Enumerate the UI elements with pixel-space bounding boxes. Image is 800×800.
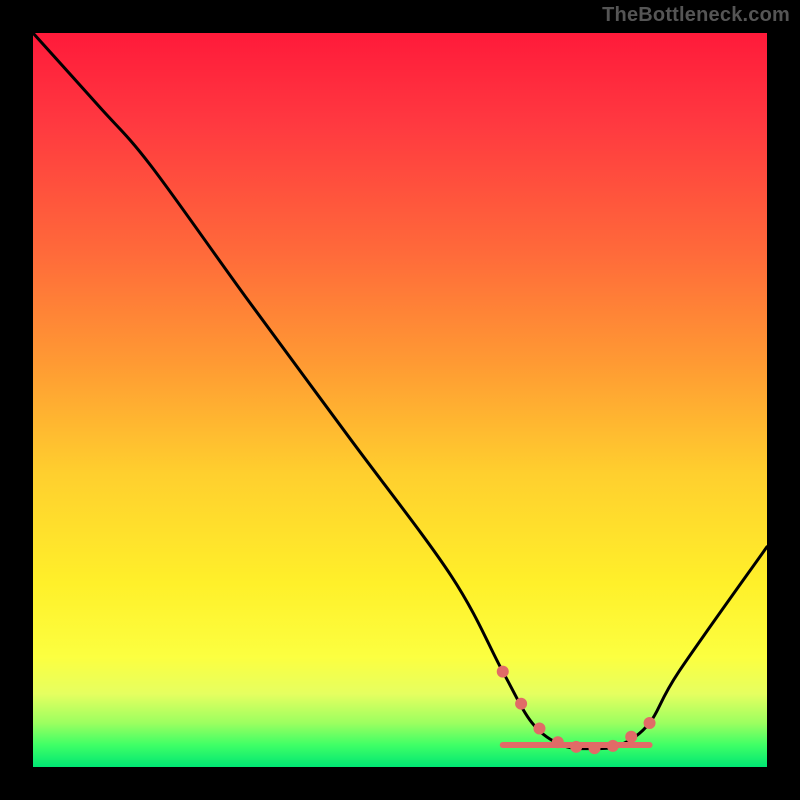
curve-overlay [33, 33, 767, 767]
bottleneck-curve [33, 33, 767, 749]
plot-area [33, 33, 767, 767]
optimal-marker [552, 736, 564, 748]
optimal-marker [497, 666, 509, 678]
optimal-marker [607, 740, 619, 752]
optimal-marker [644, 717, 656, 729]
optimal-marker [589, 742, 601, 754]
optimal-marker [625, 731, 637, 743]
optimal-region-markers [497, 666, 656, 755]
watermark-text: TheBottleneck.com [602, 4, 790, 27]
optimal-marker [570, 741, 582, 753]
chart-frame: TheBottleneck.com [0, 0, 800, 800]
optimal-marker [533, 722, 545, 734]
optimal-marker [515, 698, 527, 710]
